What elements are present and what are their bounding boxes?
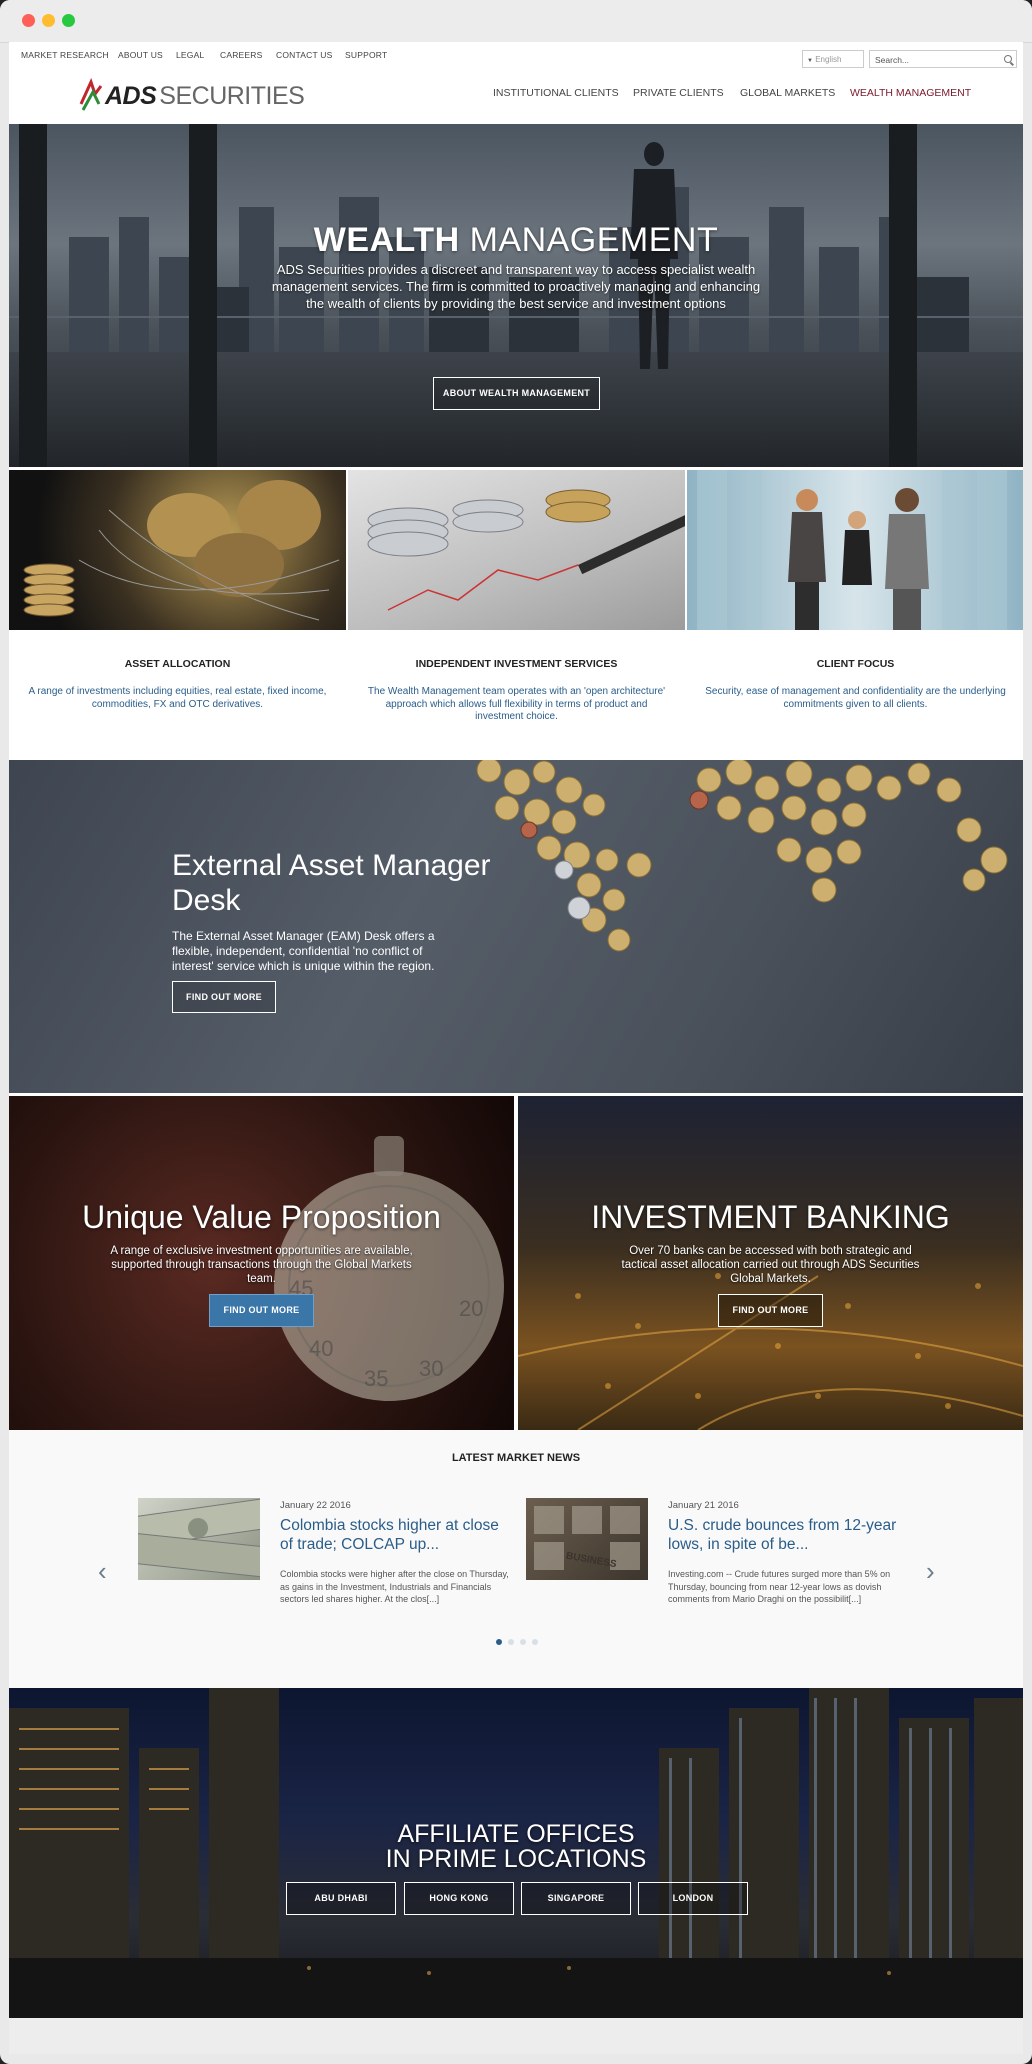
uvp-text: A range of exclusive investment opportun… — [110, 1245, 413, 1285]
nav-global-markets[interactable]: GLOBAL MARKETS — [740, 87, 835, 99]
logo-brand: ADS — [105, 82, 157, 110]
language-select[interactable]: ▼ English — [802, 50, 864, 68]
news-item[interactable]: January 22 2016 Colombia stocks higher a… — [138, 1498, 518, 1628]
hero-title-rest: MANAGEMENT — [459, 221, 719, 259]
svg-text:BUSINESS: BUSINESS — [565, 1551, 618, 1571]
news-heading: LATEST MARKET NEWS — [451, 1452, 581, 1464]
svg-text:30: 30 — [419, 1356, 443, 1381]
maximize-window-button[interactable] — [62, 14, 75, 27]
footer-strip — [9, 2018, 1023, 2054]
svg-text:35: 35 — [364, 1366, 388, 1391]
browser-window: MARKET RESEARCH ABOUT US LEGAL CAREERS C… — [0, 0, 1032, 2064]
business-graphic: BUSINESS — [534, 1506, 640, 1571]
coins-world-map-image — [476, 760, 1008, 952]
search-placeholder: Search... — [875, 55, 910, 65]
utility-link-market-research[interactable]: MARKET RESEARCH — [21, 50, 109, 60]
news-title[interactable]: Colombia stocks higher at close of trade… — [280, 1516, 515, 1554]
svg-text:40: 40 — [309, 1336, 333, 1361]
utility-link-contact-us[interactable]: CONTACT US — [276, 50, 332, 60]
unique-value-proposition-panel: 45 40 35 30 20 Unique Value Proposition A ra… — [9, 1096, 514, 1430]
eam-section: External Asset Manager Desk The External… — [9, 760, 1023, 1093]
hero-title: WEALTH MANAGEMENT — [9, 221, 1023, 260]
hero-text: ADS Securities provides a discreet and t… — [271, 262, 761, 311]
card-asset-allocation: ASSET ALLOCATION A range of investments … — [9, 470, 346, 760]
utility-link-legal[interactable]: LEGAL — [176, 50, 204, 60]
affiliate-offices-section: AFFILIATE OFFICES IN PRIME LOCATIONS ABU … — [9, 1688, 1023, 2018]
window-pillar — [189, 124, 217, 467]
utility-link-support[interactable]: SUPPORT — [345, 50, 387, 60]
uvp-find-out-more-button[interactable]: FIND OUT MORE — [209, 1294, 314, 1327]
card-text: The Wealth Management team operates with… — [367, 686, 666, 722]
business-charts-thumbnail: BUSINESS — [526, 1498, 648, 1580]
eam-title: External Asset Manager Desk — [172, 849, 491, 917]
news-excerpt: Colombia stocks were higher after the cl… — [280, 1569, 509, 1604]
carousel-dot-4[interactable] — [532, 1639, 538, 1645]
coins-pen-graphic — [367, 489, 685, 611]
window-pillar — [889, 124, 917, 467]
utility-bar: MARKET RESEARCH ABOUT US LEGAL CAREERS C… — [9, 42, 1023, 72]
ib-title: INVESTMENT BANKING — [591, 1199, 950, 1235]
dollar-bills-thumbnail — [138, 1498, 260, 1580]
logo-name: SECURITIES — [159, 82, 305, 110]
news-date: January 22 2016 — [280, 1500, 351, 1511]
card-independent-investment: INDEPENDENT INVESTMENT SERVICES The Weal… — [348, 470, 685, 760]
investment-banking-panel: INVESTMENT BANKING Over 70 banks can be … — [518, 1096, 1023, 1430]
eam-text: The External Asset Manager (EAM) Desk of… — [172, 929, 435, 973]
eggs-nest-graphic — [23, 480, 340, 621]
card-title: CLIENT FOCUS — [816, 658, 895, 670]
office-singapore-button[interactable]: SINGAPORE — [521, 1882, 631, 1915]
office-london-button[interactable]: LONDON — [638, 1882, 748, 1915]
people-walking-graphic — [697, 470, 1007, 630]
news-excerpt: Investing.com -- Crude futures surged mo… — [668, 1569, 891, 1604]
search-input[interactable]: Search... — [869, 50, 1017, 68]
minimize-window-button[interactable] — [42, 14, 55, 27]
about-wealth-management-button[interactable]: ABOUT WEALTH MANAGEMENT — [433, 377, 600, 410]
nav-institutional-clients[interactable]: INSTITUTIONAL CLIENTS — [493, 87, 619, 99]
site-logo[interactable]: ADS SECURITIES — [79, 72, 309, 117]
offices-title: AFFILIATE OFFICES IN PRIME LOCATIONS — [9, 1822, 1023, 1872]
hero-banner: WEALTH MANAGEMENT ADS Securities provide… — [9, 124, 1023, 467]
nav-private-clients[interactable]: PRIVATE CLIENTS — [633, 87, 724, 99]
offices-title-line2: IN PRIME LOCATIONS — [385, 1845, 647, 1873]
card-text: Security, ease of management and confide… — [705, 686, 1006, 710]
news-title[interactable]: U.S. crude bounces from 12-year lows, in… — [668, 1516, 903, 1554]
uvp-title: Unique Value Proposition — [82, 1199, 441, 1235]
svg-text:20: 20 — [459, 1296, 483, 1321]
card-title: INDEPENDENT INVESTMENT SERVICES — [415, 658, 618, 670]
carousel-dot-1[interactable] — [496, 1639, 502, 1645]
card-text: A range of investments including equitie… — [28, 686, 327, 710]
business-people-image — [687, 470, 1023, 630]
search-icon[interactable] — [1004, 55, 1012, 63]
banknotes-graphic — [138, 1498, 260, 1578]
news-item[interactable]: BUSINESS January 21 2016 U.S. crude boun… — [526, 1498, 906, 1628]
news-date: January 21 2016 — [668, 1500, 739, 1511]
utility-link-about-us[interactable]: ABOUT US — [118, 50, 163, 60]
golden-eggs-image — [9, 470, 346, 630]
coins-chart-image — [348, 470, 685, 630]
chevron-left-icon[interactable]: ‹ — [98, 1556, 107, 1587]
logo-text: ADS SECURITIES — [105, 82, 305, 111]
ib-find-out-more-button[interactable]: FIND OUT MORE — [718, 1294, 823, 1327]
eam-find-out-more-button[interactable]: FIND OUT MORE — [172, 981, 276, 1013]
carousel-dot-2[interactable] — [508, 1639, 514, 1645]
latest-market-news: LATEST MARKET NEWS ‹ January 22 2016 Col… — [9, 1430, 1023, 1688]
card-client-focus: CLIENT FOCUS Security, ease of managemen… — [687, 470, 1023, 760]
window-titlebar — [0, 0, 1032, 43]
utility-link-careers[interactable]: CAREERS — [220, 50, 263, 60]
office-hong-kong-button[interactable]: HONG KONG — [404, 1882, 514, 1915]
office-abu-dhabi-button[interactable]: ABU DHABI — [286, 1882, 396, 1915]
window-pillar — [19, 124, 47, 467]
close-window-button[interactable] — [22, 14, 35, 27]
carousel-dot-3[interactable] — [520, 1639, 526, 1645]
web-page: MARKET RESEARCH ABOUT US LEGAL CAREERS C… — [9, 42, 1023, 2054]
chevron-right-icon[interactable]: › — [926, 1556, 935, 1587]
hero-title-bold: WEALTH — [313, 221, 460, 259]
ib-text: Over 70 banks can be accessed with both … — [621, 1245, 920, 1285]
nav-wealth-management[interactable]: WEALTH MANAGEMENT — [850, 87, 971, 99]
caret-down-icon: ▼ — [807, 58, 813, 64]
language-selected: English — [815, 55, 842, 64]
offices-title-line1: AFFILIATE OFFICES — [397, 1820, 635, 1848]
card-title: ASSET ALLOCATION — [124, 658, 231, 670]
